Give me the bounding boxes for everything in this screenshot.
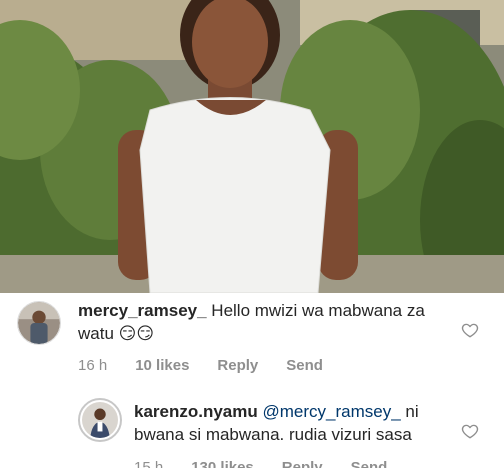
post-photo <box>0 0 504 293</box>
comment-meta: 16 h 10 likes Reply Send <box>78 357 351 374</box>
comment-meta: 15 h 130 likes Reply Send <box>134 459 415 468</box>
avatar[interactable] <box>78 398 122 442</box>
like-heart-icon[interactable] <box>461 422 479 440</box>
comments-section: mercy_ramsey_ Hello mwizi wa mabwana za … <box>0 293 504 468</box>
comment-text: mercy_ramsey_ Hello mwizi wa mabwana za … <box>78 299 448 345</box>
avatar-image <box>82 402 118 438</box>
comment-likes[interactable]: 130 likes <box>191 459 254 468</box>
comment-time: 15 h <box>134 459 164 468</box>
comment-likes[interactable]: 10 likes <box>135 357 189 374</box>
comment-username[interactable]: karenzo.nyamu <box>134 402 258 421</box>
reply-button[interactable]: Reply <box>217 357 258 374</box>
mention-link[interactable]: @mercy_ramsey_ <box>263 402 401 421</box>
comment-time: 16 h <box>78 357 108 374</box>
send-button[interactable]: Send <box>286 357 323 374</box>
reply-button[interactable]: Reply <box>282 459 323 468</box>
like-heart-icon[interactable] <box>461 321 479 339</box>
avatar[interactable] <box>17 301 61 345</box>
comment-text: karenzo.nyamu @mercy_ramsey_ ni bwana si… <box>134 400 454 446</box>
avatar-image <box>18 302 60 344</box>
comment-username[interactable]: mercy_ramsey_ <box>78 301 207 320</box>
send-button[interactable]: Send <box>351 459 388 468</box>
